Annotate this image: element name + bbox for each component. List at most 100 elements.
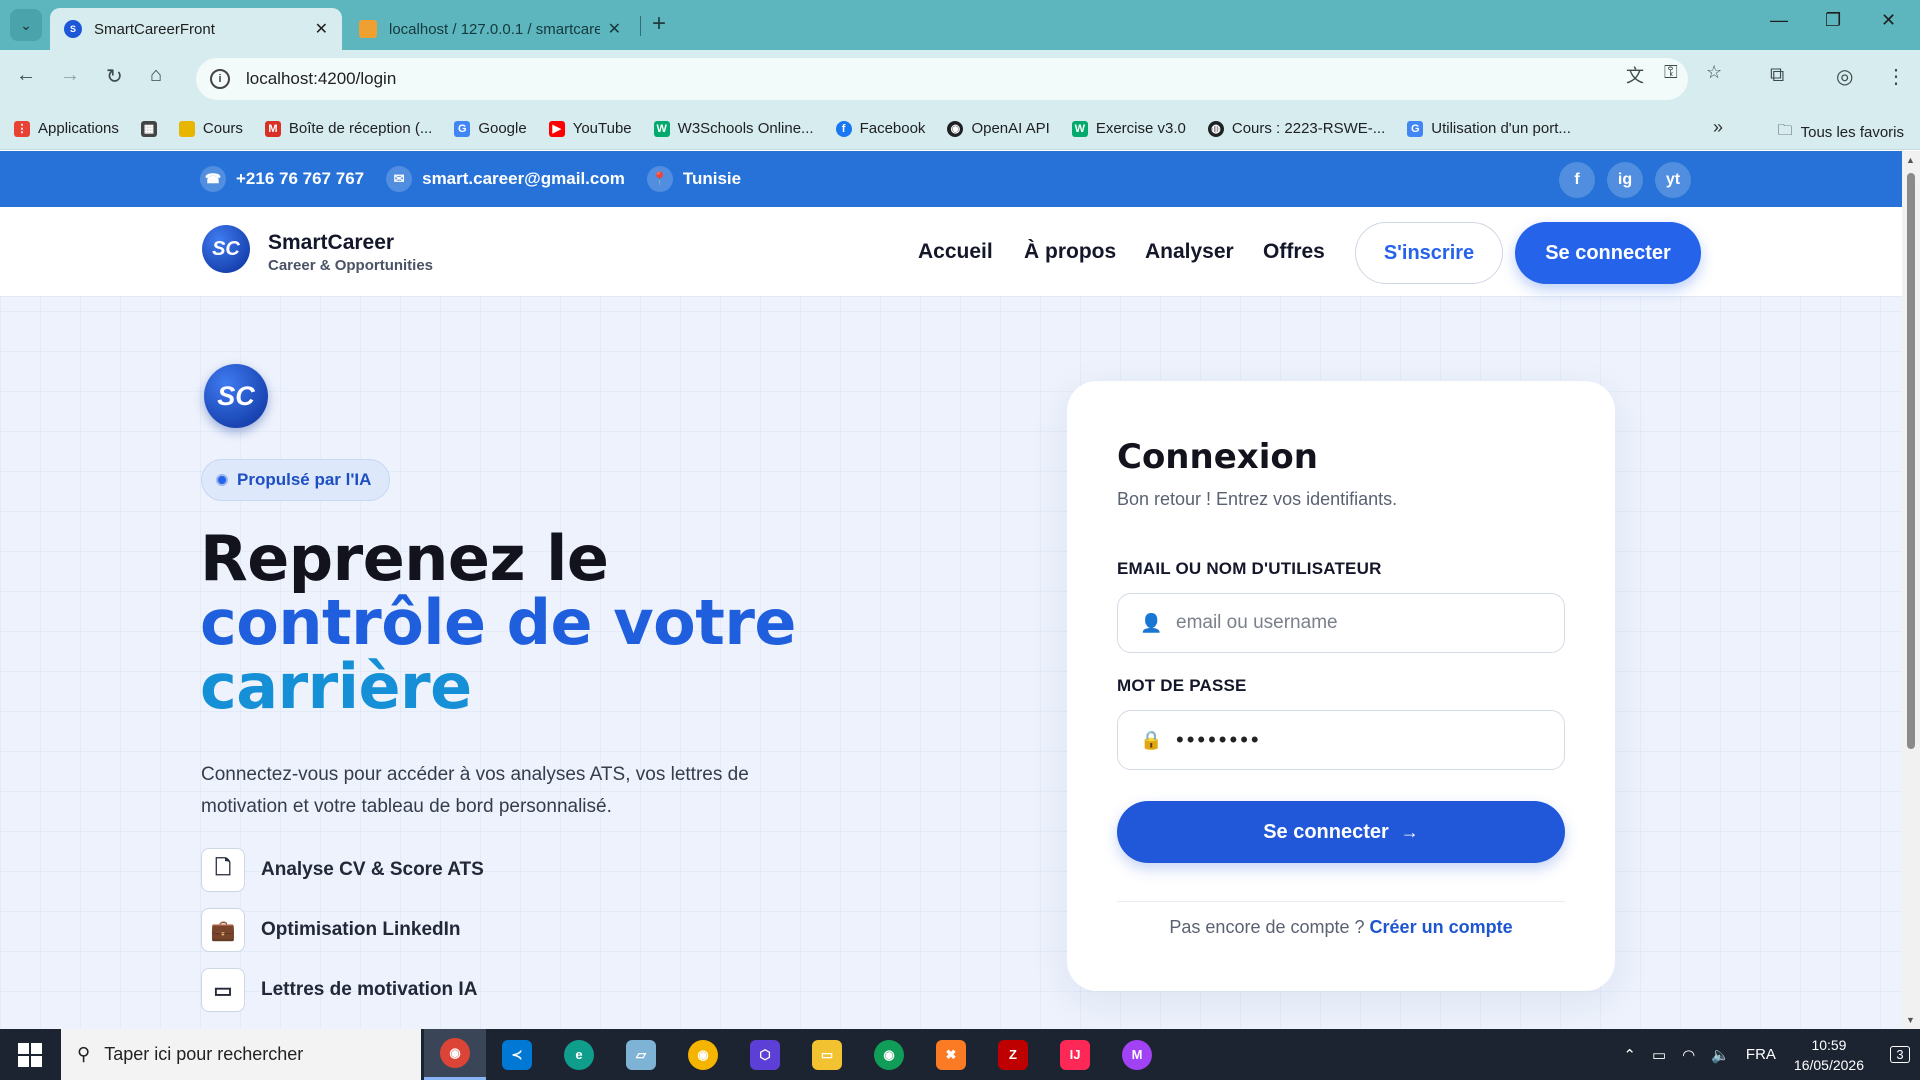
bookmark-star-icon[interactable]: ☆ [1706, 62, 1722, 83]
bookmark-facebook[interactable]: f Facebook [835, 120, 925, 137]
folder-outline-icon: 🗀 [1777, 122, 1793, 139]
chrome-icon: M [1122, 1039, 1152, 1070]
taskbar-app-purple[interactable]: ⬡ [734, 1029, 796, 1080]
vscode-icon: ≺ [502, 1039, 532, 1070]
profile-icon[interactable]: ◎ [1836, 64, 1853, 89]
close-tab-icon[interactable]: ✕ [608, 19, 621, 39]
system-tray: ⌃ ▭ ◠ 🔈 FRA 10:59 16/05/2026 3 [1615, 1029, 1920, 1080]
translate-icon[interactable]: 文 [1626, 62, 1644, 88]
notification-count: 3 [1890, 1046, 1910, 1063]
tab-phpmyadmin[interactable]: localhost / 127.0.0.1 / smartcareer ✕ [345, 8, 635, 50]
login-card: Connexion Bon retour ! Entrez vos identi… [1067, 381, 1615, 991]
password-key-icon[interactable]: ⚿ [1664, 62, 1678, 83]
new-tab-plus-icon[interactable]: + [652, 10, 666, 38]
youtube-link[interactable]: yt [1655, 162, 1691, 198]
nav-accueil[interactable]: Accueil [918, 240, 993, 264]
scroll-up-arrow-icon[interactable]: ▲ [1906, 155, 1915, 165]
back-arrow-icon[interactable]: ← [16, 64, 36, 87]
login-submit-button[interactable]: Se connecter → [1117, 801, 1565, 863]
bookmark-google[interactable]: G Google [454, 120, 527, 137]
document-icon: 🗋 [201, 848, 245, 892]
bookmark-gmail[interactable]: M Boîte de réception (... [264, 120, 432, 137]
taskbar-edge[interactable]: e [548, 1029, 610, 1080]
nav-login-button[interactable]: Se connecter [1515, 222, 1701, 284]
smartcareer-logo[interactable]: SC [202, 225, 250, 273]
youtube-icon: ▶ [548, 120, 565, 137]
chevron-up-icon[interactable]: ⌃ [1623, 1046, 1636, 1064]
taskbar-xampp[interactable]: ✖ [920, 1029, 982, 1080]
taskbar-file-explorer[interactable]: ▭ [796, 1029, 858, 1080]
tab-smartcareer[interactable]: S SmartCareerFront ✕ [50, 8, 342, 50]
create-account-link[interactable]: Créer un compte [1370, 917, 1513, 937]
bookmark-w3schools[interactable]: W W3Schools Online... [653, 120, 814, 137]
close-window-icon[interactable]: ✕ [1881, 10, 1896, 31]
taskbar-search[interactable]: ⚲ Taper ici pour rechercher [61, 1029, 421, 1080]
extensions-puzzle-icon[interactable]: ⧉ [1770, 64, 1784, 87]
instagram-link[interactable]: ig [1607, 162, 1643, 198]
password-field[interactable]: 🔒 [1117, 710, 1565, 770]
google-icon: G [454, 120, 471, 137]
taskbar-chrome-active[interactable]: ◉ [424, 1029, 486, 1080]
nav-a-propos[interactable]: À propos [1024, 240, 1116, 264]
folder-icon: ▭ [812, 1039, 842, 1070]
home-icon[interactable]: ⌂ [150, 64, 162, 87]
tab-search-button[interactable]: ⌄ [10, 9, 42, 41]
feature-linkedin: 💼 Optimisation LinkedIn [201, 908, 461, 952]
close-tab-icon[interactable]: ✕ [315, 19, 328, 39]
mail-icon: ✉ [386, 166, 413, 192]
contact-phone: ☎ +216 76 767 767 [200, 166, 364, 192]
more-bookmarks-chevron-icon[interactable]: » [1713, 117, 1723, 138]
password-input[interactable] [1176, 727, 1556, 753]
hero-description: Connectez-vous pour accéder à vos analys… [201, 764, 749, 817]
bookmark-openai[interactable]: ◉ OpenAI API [947, 120, 1050, 137]
notifications-icon[interactable]: 3 [1880, 1029, 1920, 1080]
bookmark-grid[interactable]: ▦ [140, 120, 165, 137]
phpmyadmin-favicon-icon [359, 20, 377, 38]
volume-icon[interactable]: 🔈 [1711, 1046, 1730, 1064]
nav-analyser[interactable]: Analyser [1145, 240, 1234, 264]
reload-icon[interactable]: ↻ [106, 64, 123, 89]
language-indicator[interactable]: FRA [1746, 1046, 1776, 1063]
windows-start-icon[interactable] [18, 1043, 42, 1067]
bookmark-applications[interactable]: ⋮ Applications [14, 120, 119, 137]
lock-icon: 🔒 [1140, 729, 1163, 750]
bookmark-cours-rswe[interactable]: ◍ Cours : 2223-RSWE-... [1207, 120, 1385, 137]
w3schools-icon: W [653, 120, 670, 137]
taskbar-intellij[interactable]: IJ [1044, 1029, 1106, 1080]
smartcareer-favicon-icon: S [64, 20, 82, 38]
restore-icon[interactable]: ❐ [1825, 10, 1841, 31]
site-navbar: SC SmartCareer Career & Opportunities Ac… [0, 207, 1902, 297]
bookmark-youtube[interactable]: ▶ YouTube [548, 120, 632, 137]
taskbar-chrome[interactable]: ◉ [672, 1029, 734, 1080]
bookmark-exercise[interactable]: W Exercise v3.0 [1071, 120, 1186, 137]
taskbar-notes[interactable]: ▱ [610, 1029, 672, 1080]
page-scrollbar[interactable]: ▲ ▼ [1902, 151, 1920, 1029]
scrollbar-thumb[interactable] [1907, 173, 1915, 749]
email-input[interactable] [1176, 612, 1556, 634]
facebook-link[interactable]: f [1559, 162, 1595, 198]
site-info-icon[interactable]: i [210, 69, 230, 89]
taskbar-chrome-m[interactable]: M [1106, 1029, 1168, 1080]
chrome-icon: ◉ [874, 1039, 904, 1070]
brand-name: SmartCareer [268, 231, 395, 254]
browser-toolbar: ← → ↻ ⌂ i localhost:4200/login 文 ⚿ ☆ ⧉ ◎… [0, 50, 1920, 108]
all-bookmarks[interactable]: 🗀 Tous les favoris [1778, 120, 1904, 145]
signup-button[interactable]: S'inscrire [1355, 222, 1503, 284]
w3schools-icon: W [1071, 120, 1088, 137]
taskbar-vscode[interactable]: ≺ [486, 1029, 548, 1080]
nav-offres[interactable]: Offres [1263, 240, 1325, 264]
bookmark-cours[interactable]: Cours [178, 120, 243, 137]
bookmark-utilisation[interactable]: G Utilisation d'un port... [1407, 120, 1571, 137]
battery-icon[interactable]: ▭ [1652, 1046, 1666, 1064]
taskbar-filezilla[interactable]: Z [982, 1029, 1044, 1080]
brand[interactable]: SmartCareer Career & Opportunities [268, 231, 433, 274]
taskbar-chrome-profile[interactable]: ◉ [858, 1029, 920, 1080]
address-bar[interactable]: i localhost:4200/login [196, 58, 1688, 100]
wifi-icon[interactable]: ◠ [1682, 1046, 1695, 1064]
minimize-icon[interactable]: — [1770, 10, 1788, 31]
menu-dots-icon[interactable]: ⋮ [1886, 64, 1906, 89]
clock[interactable]: 10:59 16/05/2026 [1794, 1035, 1864, 1075]
forward-arrow-icon[interactable]: → [60, 64, 80, 87]
email-field[interactable]: 👤 [1117, 593, 1565, 653]
scroll-down-arrow-icon[interactable]: ▼ [1906, 1015, 1915, 1025]
